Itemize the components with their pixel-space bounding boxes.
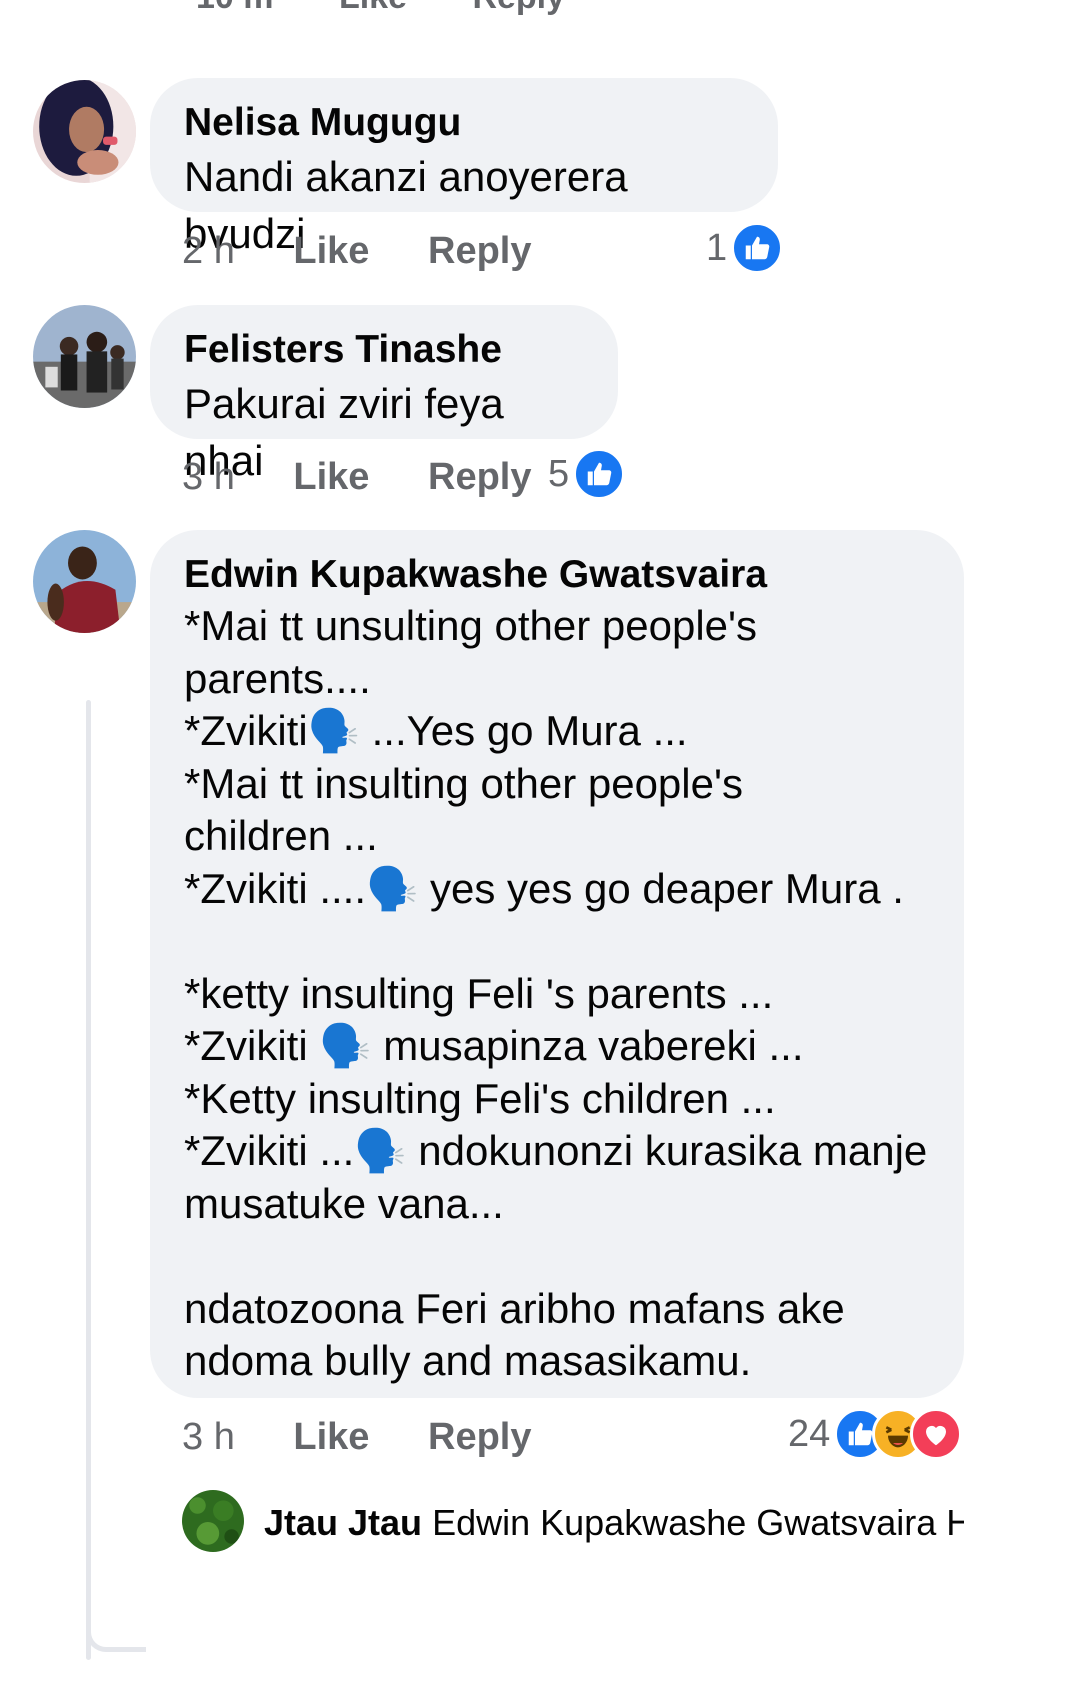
reaction-summary[interactable]: 5 (548, 448, 626, 500)
like-button[interactable]: Like (293, 230, 369, 272)
comment-bubble-nelisa: Nelisa Mugugu Nandi akanzi anoyerera bvu… (150, 78, 778, 257)
comment-time[interactable]: 2 h (182, 230, 235, 272)
comment-actions: 2 h Like Reply (182, 230, 531, 273)
avatar-edwin[interactable] (33, 530, 136, 633)
previous-comment-like[interactable]: Like (339, 0, 407, 17)
love-reaction-icon (910, 1408, 963, 1460)
avatar-jtau[interactable] (182, 1490, 244, 1552)
comment-author[interactable]: Nelisa Mugugu (184, 98, 744, 148)
comment-actions: 3 h Like Reply (182, 456, 531, 499)
reaction-summary[interactable]: 1 (706, 222, 784, 274)
previous-comment-meta: 10 m Like Reply (196, 0, 621, 50)
like-reaction-icon (731, 222, 784, 274)
reply-text: Edwin Kupakwashe Gwatsvaira H... (432, 1502, 964, 1543)
comment-author[interactable]: Edwin Kupakwashe Gwatsvaira (184, 550, 930, 600)
comment-time[interactable]: 3 h (182, 1416, 235, 1458)
reply-thread-connector (86, 1600, 146, 1652)
avatar-felisters[interactable] (33, 305, 136, 408)
reply-author[interactable]: Jtau Jtau (264, 1502, 422, 1543)
reply-button[interactable]: Reply (428, 230, 531, 272)
reaction-count: 1 (706, 226, 728, 269)
like-button[interactable]: Like (293, 456, 369, 498)
like-reaction-icon (573, 448, 626, 500)
comment-bubble-felisters: Felisters Tinashe Pakurai zviri feya nha… (150, 305, 618, 484)
comment-time[interactable]: 3 h (182, 456, 235, 498)
comment-bubble-edwin: Edwin Kupakwashe Gwatsvaira *Mai tt unsu… (150, 530, 964, 1398)
comment-text: *Mai tt unsulting other people's parents… (184, 602, 928, 1384)
comment-actions: 3 h Like Reply (182, 1416, 531, 1459)
like-button[interactable]: Like (293, 1416, 369, 1458)
comment-author[interactable]: Felisters Tinashe (184, 325, 584, 375)
reaction-count: 5 (548, 452, 570, 495)
avatar-nelisa[interactable] (33, 80, 136, 183)
reaction-summary[interactable]: 24 (788, 1408, 963, 1460)
previous-comment-reply[interactable]: Reply (472, 0, 565, 17)
reply-button[interactable]: Reply (428, 456, 531, 498)
reply-thread-line (86, 700, 91, 1660)
reaction-count: 24 (788, 1412, 831, 1455)
previous-comment-time: 10 m (196, 0, 274, 17)
reply-preview[interactable]: Jtau Jtau Edwin Kupakwashe Gwatsvaira H.… (264, 1502, 964, 1544)
reply-button[interactable]: Reply (428, 1416, 531, 1458)
